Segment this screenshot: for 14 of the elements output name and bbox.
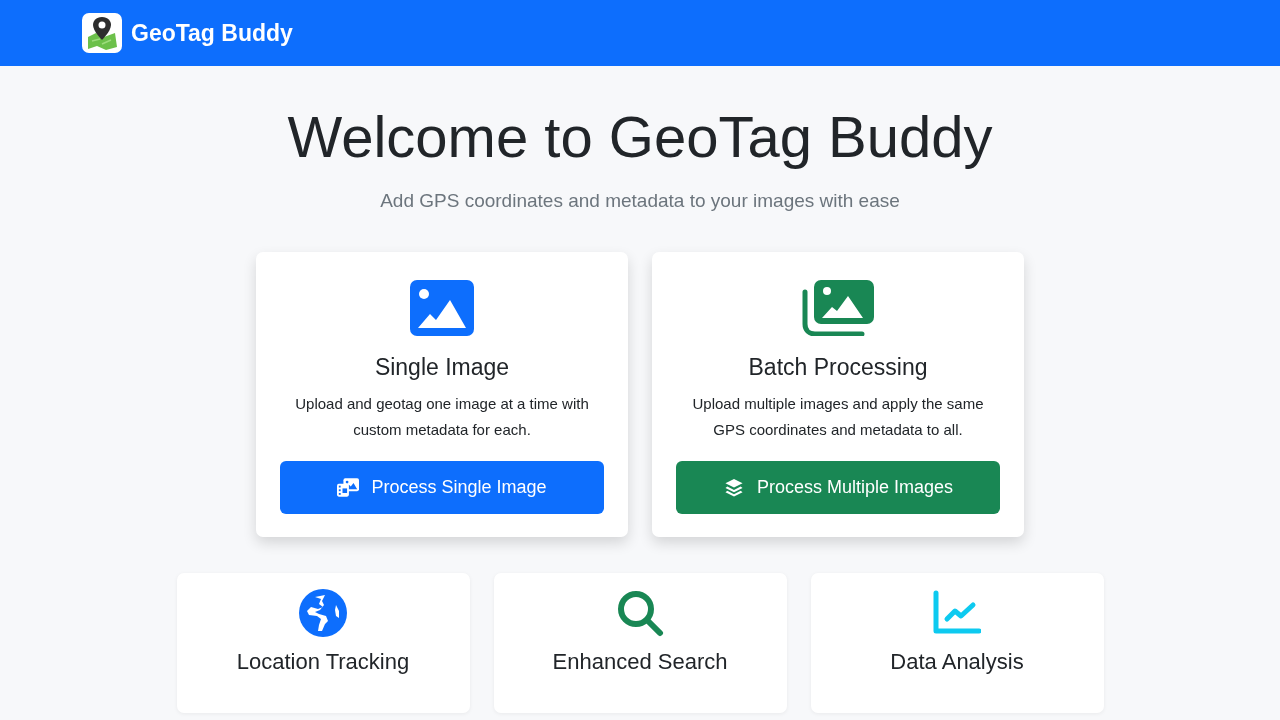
card-description: Upload multiple images and apply the same GPS coordinates and metadata to all. (691, 393, 985, 440)
card-title: Single Image (374, 353, 510, 381)
page-subtitle: Add GPS coordinates and metadata to your images with ease (380, 189, 900, 212)
map-pin-logo-icon[interactable] (82, 13, 122, 53)
feature-title: Data Analysis (890, 648, 1024, 675)
card-title: Batch Processing (748, 353, 928, 381)
page-title: Welcome to GeoTag Buddy (287, 103, 993, 171)
card-description: Upload and geotag one image at a time with custom metadata for each. (294, 393, 590, 440)
process-button[interactable]: Process Multiple Images (676, 460, 1000, 514)
process-button[interactable]: Process Single Image (280, 460, 604, 514)
feature-title: Location Tracking (236, 648, 410, 675)
brand-name[interactable]: GeoTag Buddy (131, 19, 293, 47)
photo-film-icon (337, 477, 360, 497)
feature-title: Enhanced Search (552, 648, 728, 675)
